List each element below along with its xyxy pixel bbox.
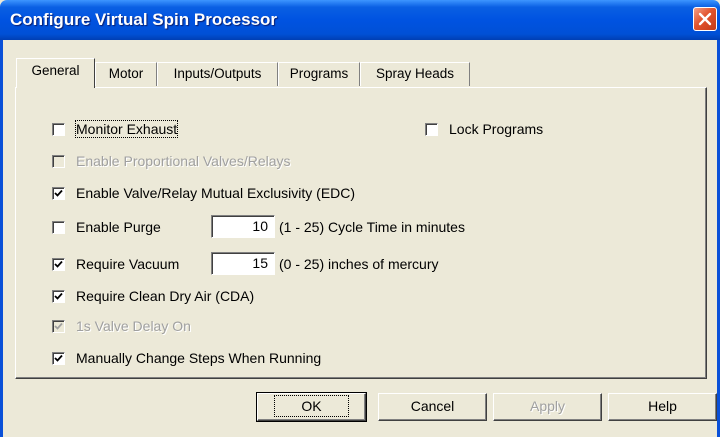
tab-motor[interactable]: Motor [95,62,157,86]
help-button[interactable]: Help [608,393,717,421]
checkbox-box[interactable] [52,257,65,271]
monitor-exhaust-checkbox[interactable]: Monitor Exhaust [52,119,179,139]
lock-programs-checkbox[interactable]: Lock Programs [425,119,543,139]
cancel-button[interactable]: Cancel [378,393,487,421]
purge-cycle-time-hint: (1 - 25) Cycle Time in minutes [279,219,465,235]
checkbox-label: Require Clean Dry Air (CDA) [76,288,255,304]
checkmark-icon [54,292,63,300]
tab-spray-heads[interactable]: Spray Heads [360,62,470,86]
checkbox-box[interactable] [425,122,438,136]
require-vacuum-checkbox[interactable]: Require Vacuum [52,254,179,274]
ok-button[interactable]: OK [256,392,367,422]
title-bar[interactable]: Configure Virtual Spin Processor [0,0,720,40]
tab-inputs-outputs-label: Inputs/Outputs [173,66,262,81]
apply-button[interactable]: Apply [493,393,602,421]
tab-programs[interactable]: Programs [278,62,360,86]
ok-button-label: OK [274,395,349,417]
checkbox-box[interactable] [52,122,65,136]
checkbox-label: Lock Programs [449,121,544,137]
checkbox-label: 1s Valve Delay On [76,318,191,334]
checkbox-box[interactable] [52,289,65,303]
checkbox-box[interactable] [52,220,65,234]
close-icon [698,12,712,26]
tab-motor-label: Motor [108,66,144,81]
tab-general[interactable]: General [16,58,95,88]
tab-programs-label: Programs [289,66,349,81]
window-title: Configure Virtual Spin Processor [10,10,278,29]
require-cda-checkbox[interactable]: Require Clean Dry Air (CDA) [52,286,254,306]
purge-cycle-time-input[interactable]: 10 [211,215,275,238]
checkbox-label: Enable Purge [76,219,161,235]
checkbox-label: Require Vacuum [76,256,180,272]
mutual-exclusivity-checkbox[interactable]: Enable Valve/Relay Mutual Exclusivity (E… [52,183,355,203]
checkmark-icon [54,189,63,197]
tab-general-label: General [31,63,80,78]
manual-steps-checkbox[interactable]: Manually Change Steps When Running [52,348,321,368]
close-button[interactable] [693,7,717,31]
checkbox-label: Manually Change Steps When Running [76,350,322,366]
apply-button-label: Apply [529,398,566,414]
checkbox-box[interactable] [52,319,65,333]
enable-purge-checkbox[interactable]: Enable Purge [52,217,161,237]
cancel-button-label: Cancel [410,398,455,414]
vacuum-inches-hint: (0 - 25) inches of mercury [279,256,439,272]
checkbox-box[interactable] [52,351,65,365]
help-button-label: Help [648,398,677,414]
valve-delay-checkbox[interactable]: 1s Valve Delay On [52,316,191,336]
checkbox-box[interactable] [52,154,65,168]
checkbox-label: Enable Proportional Valves/Relays [76,153,291,169]
checkmark-icon [54,354,63,362]
tab-spray-heads-label: Spray Heads [375,66,455,81]
checkmark-icon [54,322,63,330]
window-frame-left [0,40,3,437]
checkmark-icon [54,260,63,268]
checkbox-box[interactable] [52,186,65,200]
vacuum-inches-input[interactable]: 15 [211,252,275,275]
enable-proportional-checkbox[interactable]: Enable Proportional Valves/Relays [52,151,291,171]
tab-inputs-outputs[interactable]: Inputs/Outputs [157,62,278,86]
checkbox-label: Enable Valve/Relay Mutual Exclusivity (E… [76,185,356,201]
checkbox-label: Monitor Exhaust [74,120,179,138]
